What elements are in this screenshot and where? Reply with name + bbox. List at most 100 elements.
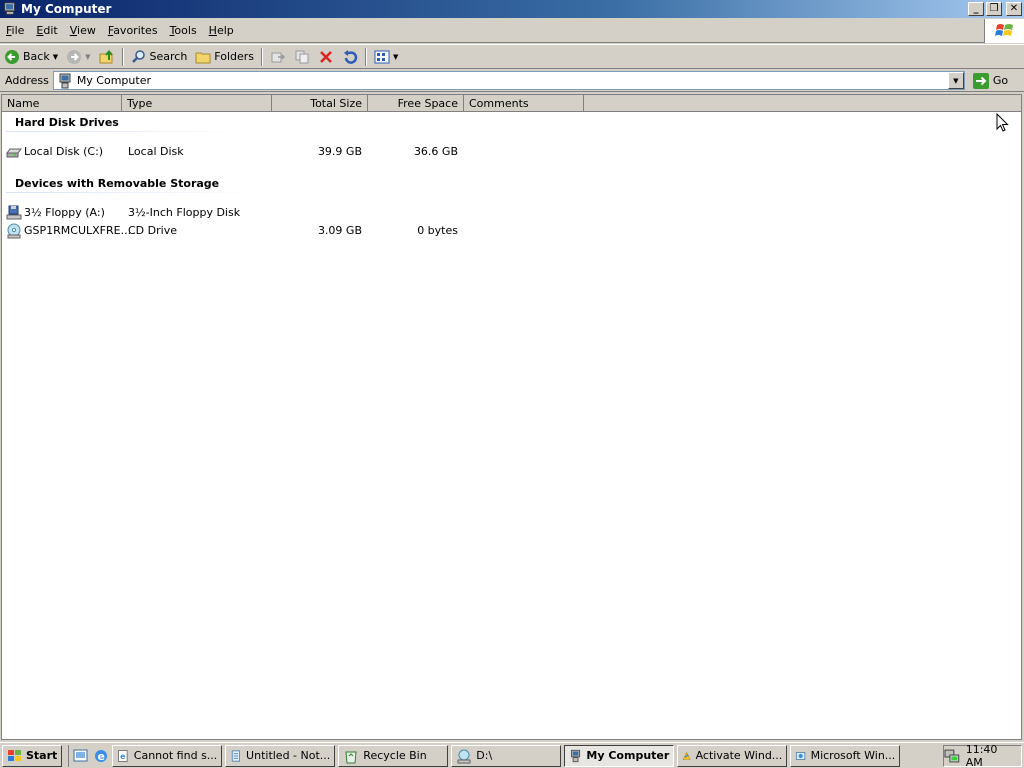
address-value: My Computer	[76, 74, 151, 87]
title-bar[interactable]: My Computer _ ❐ ✕	[0, 0, 1024, 18]
cd-drive-icon	[7, 223, 21, 239]
drive-name: 3½ Floppy (A:)	[24, 206, 105, 219]
menu-label: elp	[216, 24, 234, 37]
menu-view[interactable]: View	[64, 24, 102, 37]
column-type[interactable]: Type	[122, 95, 272, 112]
group-divider	[6, 131, 242, 132]
folders-label: Folders	[214, 50, 255, 63]
copy-to-button[interactable]	[290, 46, 314, 68]
menu-edit[interactable]: Edit	[30, 24, 63, 37]
hard-disk-icon	[6, 148, 22, 158]
menu-favorites[interactable]: Favorites	[102, 24, 164, 37]
quick-launch: e	[68, 744, 109, 767]
menu-file[interactable]: File	[0, 24, 30, 37]
up-folder-button[interactable]	[95, 46, 119, 68]
back-button[interactable]: Back ▼	[0, 46, 62, 68]
task-button[interactable]: Activate Wind...	[677, 744, 788, 767]
forward-arrow-icon	[67, 49, 82, 64]
show-desktop-icon[interactable]	[73, 748, 89, 764]
column-free-space[interactable]: Free Space	[368, 95, 464, 112]
forward-dropdown-icon[interactable]: ▼	[85, 53, 90, 61]
drive-row-cd[interactable]: GSP1RMCULXFRE... CD Drive 3.09 GB 0 byte…	[2, 223, 482, 239]
task-button-active[interactable]: My Computer	[564, 744, 675, 767]
views-icon	[374, 50, 390, 63]
move-to-button[interactable]	[266, 46, 290, 68]
my-computer-icon	[4, 2, 15, 15]
task-button[interactable]: Untitled - Not...	[225, 744, 336, 767]
folders-button[interactable]: Folders	[191, 46, 258, 68]
mouse-cursor-icon	[996, 113, 1009, 132]
menu-help[interactable]: Help	[203, 24, 240, 37]
column-name[interactable]: Name	[2, 95, 122, 112]
task-label: Microsoft Win...	[810, 749, 896, 762]
drive-row-a[interactable]: 3½ Floppy (A:) 3½-Inch Floppy Disk	[2, 205, 482, 221]
windows-logo-icon	[984, 19, 1024, 43]
views-dropdown-icon[interactable]: ▼	[393, 53, 398, 61]
network-icon[interactable]	[944, 748, 960, 764]
my-computer-icon	[59, 73, 71, 88]
group-header-removable: Devices with Removable Storage	[15, 177, 220, 190]
menu-tools[interactable]: Tools	[164, 24, 203, 37]
toolbar-separator	[121, 47, 124, 66]
back-label: Back	[23, 50, 50, 63]
views-button[interactable]: ▼	[370, 46, 402, 68]
activate-icon	[682, 751, 691, 760]
back-arrow-icon	[5, 49, 19, 64]
search-label: Search	[149, 50, 188, 63]
delete-button[interactable]	[314, 46, 338, 68]
menu-accel: V	[69, 24, 78, 37]
drive-free-space: 36.6 GB	[413, 145, 458, 158]
column-header: Name Type Total Size Free Space Comments	[2, 95, 1021, 112]
undo-button[interactable]	[338, 46, 362, 68]
copy-to-icon	[295, 50, 309, 63]
start-button[interactable]: Start	[2, 744, 63, 767]
menu-label: iew	[77, 24, 96, 37]
restore-button[interactable]: ❐	[986, 2, 1002, 16]
menu-bar: File Edit View Favorites Tools Help	[0, 19, 1024, 43]
search-button[interactable]: Search	[127, 46, 192, 68]
toolbar-separator	[365, 47, 368, 66]
address-dropdown-icon[interactable]: ▼	[947, 72, 964, 89]
my-computer-icon	[571, 749, 581, 762]
system-tray: 11:40 AM	[943, 743, 1022, 768]
drive-row-c[interactable]: Local Disk (C:) Local Disk 39.9 GB 36.6 …	[2, 144, 482, 160]
windows-start-icon	[8, 749, 21, 761]
task-button[interactable]: e Cannot find s...	[112, 744, 223, 767]
drive-type: Local Disk	[128, 145, 184, 158]
recycle-bin-icon	[345, 751, 357, 763]
drive-total-size: 39.9 GB	[317, 145, 362, 158]
task-button[interactable]: Recycle Bin	[338, 744, 449, 767]
up-folder-icon	[99, 49, 113, 63]
svg-text:e: e	[98, 750, 105, 763]
forward-button[interactable]: ▼	[62, 46, 94, 68]
toolbar-separator	[261, 47, 264, 66]
move-to-icon	[271, 52, 286, 62]
drive-type: CD Drive	[128, 224, 177, 237]
address-label: Address	[5, 74, 49, 87]
go-arrow-icon	[972, 72, 989, 89]
notepad-icon	[232, 749, 241, 762]
clock[interactable]: 11:40 AM	[966, 743, 1017, 768]
go-button[interactable]: Go	[972, 72, 1009, 89]
task-button[interactable]: Microsoft Win...	[790, 744, 901, 767]
task-label: Activate Wind...	[695, 749, 783, 762]
menu-label: ile	[11, 24, 25, 37]
menu-label: avorites	[113, 24, 158, 37]
column-total-size[interactable]: Total Size	[272, 95, 368, 112]
back-dropdown-icon[interactable]: ▼	[53, 53, 58, 61]
task-label: D:\	[476, 749, 493, 762]
go-label: Go	[992, 74, 1009, 87]
task-button[interactable]: D:\	[451, 744, 562, 767]
minimize-button[interactable]: _	[968, 2, 984, 16]
task-label: Recycle Bin	[363, 749, 427, 762]
address-bar: Address My Computer ▼ Go	[0, 70, 1024, 92]
address-field[interactable]: My Computer ▼	[52, 71, 965, 90]
column-comments[interactable]: Comments	[464, 95, 584, 112]
task-label: Untitled - Not...	[246, 749, 331, 762]
windows-installer-icon	[796, 751, 806, 760]
file-list-view[interactable]: Name Type Total Size Free Space Comments…	[1, 94, 1022, 740]
internet-explorer-icon[interactable]: e	[93, 748, 109, 764]
folders-icon	[195, 52, 211, 63]
close-button[interactable]: ✕	[1006, 2, 1022, 16]
taskbar: Start e e Cannot find s... Untitled - No…	[0, 742, 1024, 768]
